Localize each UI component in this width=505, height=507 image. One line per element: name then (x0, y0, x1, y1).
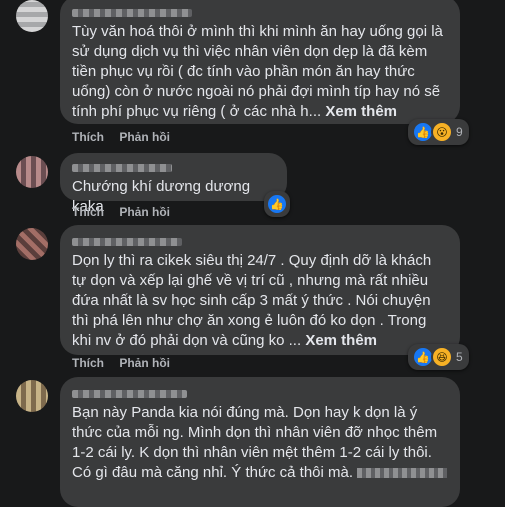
comment-actions: Thích Phản hồi (72, 356, 182, 370)
comment-bubble: Chướng khí dương dương kaka (60, 153, 287, 215)
reaction-count: 9 (456, 125, 463, 139)
comment-bubble: Tùy văn hoá thôi ở mình thì khi mình ăn … (60, 0, 460, 124)
comment-text: Dọn ly thì ra cikek siêu thị 24/7 . Quy … (72, 251, 448, 351)
avatar[interactable] (16, 0, 48, 32)
comment-bubble: Dọn ly thì ra cikek siêu thị 24/7 . Quy … (60, 225, 460, 355)
reply-button[interactable]: Phản hồi (119, 356, 170, 370)
comment-bubble: Bạn này Panda kia nói đúng mà. Dọn hay k… (60, 377, 460, 507)
redacted-text (357, 468, 448, 479)
like-button[interactable]: Thích (72, 205, 104, 219)
reaction-summary[interactable]: 👍 😮 9 (408, 119, 469, 145)
commenter-name[interactable] (72, 159, 275, 173)
see-more-link[interactable]: Xem thêm (325, 103, 397, 120)
avatar[interactable] (16, 380, 48, 412)
wow-icon: 😮 (431, 121, 453, 143)
reply-button[interactable]: Phản hồi (119, 205, 170, 219)
commenter-name[interactable] (72, 385, 448, 399)
reaction-summary[interactable]: 👍 (264, 191, 290, 217)
reaction-summary[interactable]: 👍 😆 5 (408, 344, 469, 370)
like-button[interactable]: Thích (72, 356, 104, 370)
like-button[interactable]: Thích (72, 130, 104, 144)
see-more-link[interactable]: Xem thêm (305, 332, 377, 349)
reply-button[interactable]: Phản hồi (119, 130, 170, 144)
avatar[interactable] (16, 228, 48, 260)
comment-actions: Thích Phản hồi (72, 130, 182, 144)
haha-icon: 😆 (431, 346, 453, 368)
commenter-name[interactable] (72, 4, 448, 18)
reaction-count: 5 (456, 350, 463, 364)
avatar[interactable] (16, 156, 48, 188)
comment-body: Dọn ly thì ra cikek siêu thị 24/7 . Quy … (72, 252, 432, 349)
comment-text: Tùy văn hoá thôi ở mình thì khi mình ăn … (72, 22, 448, 122)
like-icon: 👍 (266, 193, 288, 215)
commenter-name[interactable] (72, 233, 448, 247)
comment-text: Bạn này Panda kia nói đúng mà. Dọn hay k… (72, 403, 448, 483)
comment-actions: Thích Phản hồi (72, 205, 182, 219)
